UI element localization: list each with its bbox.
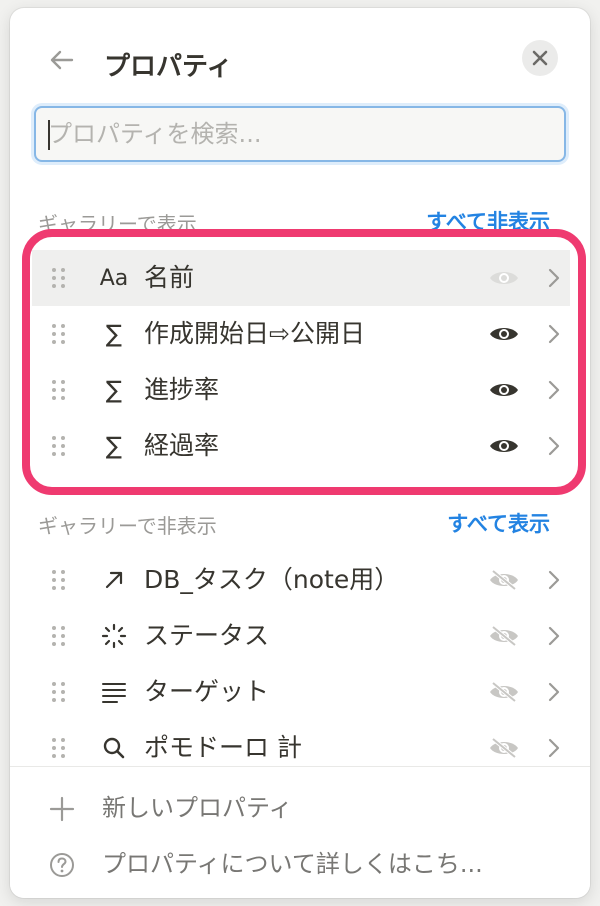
status-icon: [94, 608, 134, 664]
property-label: 経過率: [144, 431, 220, 460]
help-icon: [46, 849, 78, 881]
property-row-progress[interactable]: ∑ 進捗率: [32, 362, 570, 418]
property-label: ターゲット: [144, 677, 270, 706]
panel-footer: 新しいプロパティ プロパティについて詳しくはこち...: [10, 766, 590, 898]
property-label: 進捗率: [144, 375, 220, 404]
drag-handle-icon[interactable]: [50, 680, 68, 704]
property-row-target[interactable]: ターゲット: [32, 664, 570, 720]
close-button[interactable]: [522, 40, 558, 76]
drag-handle-icon[interactable]: [50, 434, 68, 458]
formula-icon: ∑: [105, 320, 123, 348]
new-property-button[interactable]: 新しいプロパティ: [10, 783, 590, 833]
drag-handle-icon[interactable]: [50, 266, 68, 290]
chevron-right-icon[interactable]: [542, 678, 566, 706]
search-input[interactable]: [36, 108, 564, 160]
section-hidden-label: ギャラリーで非表示: [38, 514, 217, 538]
eye-off-icon: [490, 569, 518, 591]
chevron-right-icon[interactable]: [542, 622, 566, 650]
drag-handle-icon[interactable]: [50, 322, 68, 346]
close-icon: [532, 50, 548, 66]
section-shown-header: ギャラリーで表示 すべて非表示: [10, 204, 590, 236]
back-button[interactable]: [46, 44, 78, 76]
property-label: 作成開始日⇨公開日: [144, 319, 365, 348]
property-label: ステータス: [144, 621, 270, 650]
section-shown-label: ギャラリーで表示: [38, 212, 197, 236]
eye-off-icon: [490, 625, 518, 647]
text-type-icon: Aa: [99, 265, 129, 291]
chevron-right-icon[interactable]: [542, 320, 566, 348]
relation-arrow-icon: [94, 552, 134, 608]
eye-icon: [486, 264, 522, 292]
chevron-right-icon[interactable]: [542, 432, 566, 460]
chevron-right-icon[interactable]: [542, 376, 566, 404]
section-hidden-header: ギャラリーで非表示 すべて表示: [10, 506, 590, 538]
eye-icon: [490, 384, 518, 396]
eye-toggle-button[interactable]: [486, 432, 522, 460]
show-all-button[interactable]: すべて表示: [447, 508, 550, 538]
drag-handle-icon[interactable]: [50, 378, 68, 402]
property-row-db-task[interactable]: DB_タスク（note用）: [32, 552, 570, 608]
chevron-right-icon[interactable]: [542, 566, 566, 594]
eye-icon: [490, 328, 518, 340]
property-label: DB_タスク（note用）: [144, 565, 400, 594]
eye-icon: [490, 440, 518, 452]
eye-toggle-button[interactable]: [486, 734, 522, 762]
eye-toggle-button[interactable]: [486, 678, 522, 706]
property-row-elapsed[interactable]: ∑ 経過率: [32, 418, 570, 474]
drag-handle-icon[interactable]: [50, 736, 68, 760]
property-row-name[interactable]: Aa 名前: [32, 250, 570, 306]
eye-toggle-button[interactable]: [486, 320, 522, 348]
page-title: プロパティ: [104, 52, 233, 82]
eye-toggle-button[interactable]: [486, 566, 522, 594]
drag-handle-icon[interactable]: [50, 568, 68, 592]
eye-toggle-button[interactable]: [486, 376, 522, 404]
property-row-status[interactable]: ステータス: [32, 608, 570, 664]
text-lines-icon: [94, 664, 134, 720]
formula-icon: ∑: [105, 376, 123, 404]
formula-icon: ∑: [105, 432, 123, 460]
learn-more-link[interactable]: プロパティについて詳しくはこち...: [10, 839, 590, 889]
search-field[interactable]: [34, 106, 566, 162]
eye-off-icon: [490, 737, 518, 759]
new-property-label: 新しいプロパティ: [102, 794, 293, 822]
text-caret: [48, 120, 50, 150]
hide-all-button[interactable]: すべて非表示: [426, 206, 550, 236]
eye-toggle-button[interactable]: [486, 622, 522, 650]
learn-more-label: プロパティについて詳しくはこち...: [102, 850, 483, 878]
eye-off-icon: [490, 681, 518, 703]
properties-panel: プロパティ ギャラリーで表示 すべて非表示 Aa 名前 ∑ 作成開始日⇨公開日: [10, 8, 590, 898]
property-label: 名前: [144, 263, 195, 292]
panel-header: プロパティ: [10, 8, 590, 108]
chevron-right-icon[interactable]: [542, 264, 566, 292]
property-row-start-publish[interactable]: ∑ 作成開始日⇨公開日: [32, 306, 570, 362]
plus-icon: [46, 793, 78, 825]
arrow-left-icon: [50, 50, 74, 70]
chevron-right-icon[interactable]: [542, 734, 566, 762]
drag-handle-icon[interactable]: [50, 624, 68, 648]
